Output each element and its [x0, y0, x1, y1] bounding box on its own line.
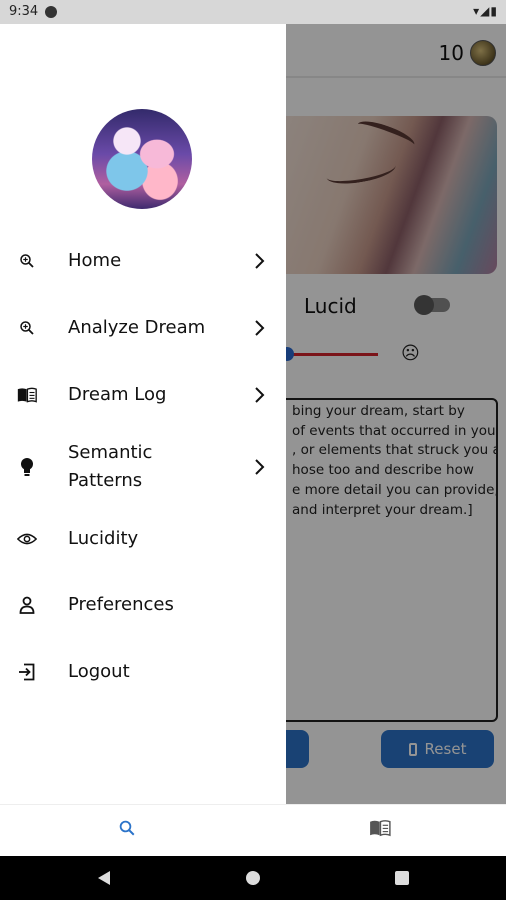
tab-dream-log[interactable]: [365, 815, 395, 845]
drawer-item-preferences[interactable]: Preferences: [0, 590, 286, 620]
system-navigation-bar: [0, 856, 506, 900]
home-icon[interactable]: [243, 868, 263, 888]
logout-icon: [17, 662, 37, 682]
drawer-item-label: Logout: [68, 661, 130, 682]
chevron-right-icon: [253, 251, 267, 271]
eye-icon: [17, 529, 37, 549]
status-time: 9:34: [9, 4, 39, 19]
search-icon: [118, 819, 136, 841]
drawer-item-semantic-patterns[interactable]: Semantic Patterns: [0, 438, 286, 496]
status-bar: 9:34 ▾◢▮: [0, 0, 506, 24]
drawer-item-label: Lucidity: [68, 528, 139, 549]
drawer-item-analyze-dream[interactable]: Analyze Dream: [0, 313, 286, 343]
drawer-item-label: Semantic Patterns: [68, 442, 153, 491]
system-status-icons: ▾◢▮: [473, 4, 498, 18]
book-icon: [17, 385, 37, 405]
drawer-item-home[interactable]: Home: [0, 246, 286, 276]
person-icon: [17, 595, 37, 615]
drawer-item-label: Preferences: [68, 594, 174, 615]
recents-icon[interactable]: [392, 868, 412, 888]
back-icon[interactable]: [94, 868, 114, 888]
navigation-drawer: Home Analyze Dream Dream Log Semantic Pa…: [0, 24, 286, 804]
drawer-item-label: Home: [68, 250, 122, 271]
lightbulb-icon: [17, 457, 37, 477]
drawer-item-label: Analyze Dream: [68, 317, 206, 338]
tab-analyze[interactable]: [112, 815, 142, 845]
drawer-item-logout[interactable]: Logout: [0, 657, 286, 687]
chevron-right-icon: [253, 385, 267, 405]
drawer-item-dream-log[interactable]: Dream Log: [0, 380, 286, 410]
drawer-item-lucidity[interactable]: Lucidity: [0, 524, 286, 554]
zoom-in-icon: [17, 251, 37, 271]
book-icon: [368, 819, 392, 841]
chevron-right-icon: [253, 318, 267, 338]
app-logo: [92, 109, 192, 209]
chevron-right-icon: [253, 457, 267, 477]
bottom-navigation: [0, 804, 506, 857]
drawer-item-label: Dream Log: [68, 384, 167, 405]
notification-icon: [45, 6, 57, 18]
zoom-in-icon: [17, 318, 37, 338]
